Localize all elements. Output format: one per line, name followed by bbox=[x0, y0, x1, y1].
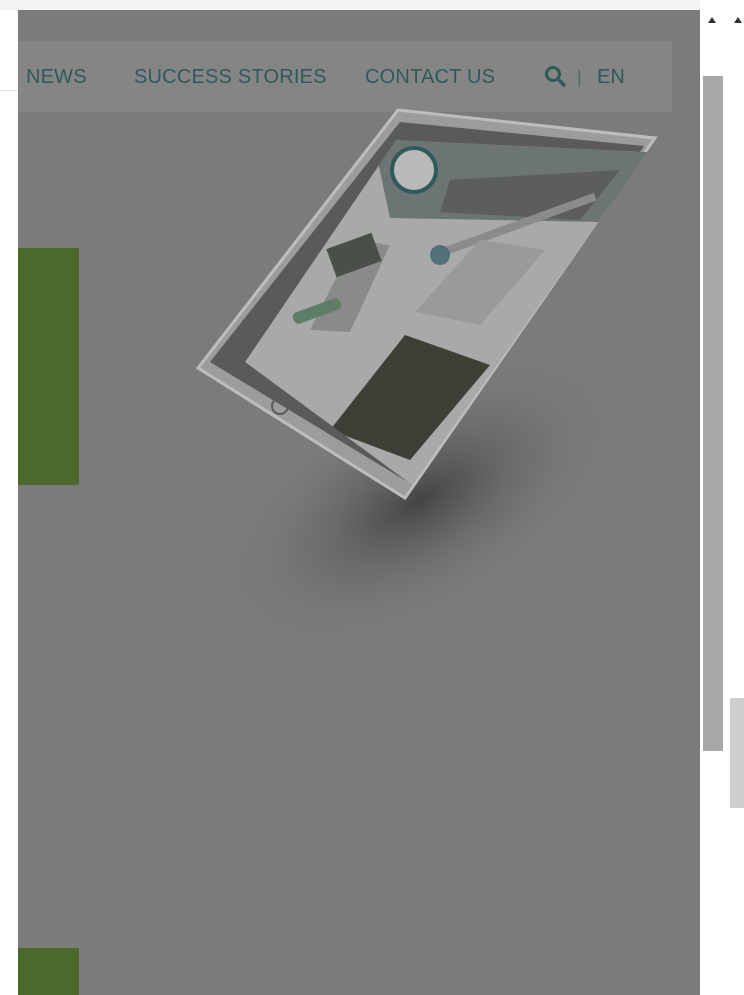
green-panel-bottom bbox=[18, 948, 79, 995]
nav-success-stories[interactable]: SUCCESS STORIES bbox=[134, 66, 327, 89]
scrollbar-thumb-secondary[interactable] bbox=[730, 698, 744, 808]
triangle-up-icon[interactable] bbox=[734, 17, 742, 23]
triangle-up-icon[interactable] bbox=[708, 17, 716, 23]
page-left-edge bbox=[0, 10, 18, 91]
green-panel bbox=[18, 248, 79, 485]
top-strip bbox=[0, 0, 700, 10]
nav-contact-us[interactable]: CONTACT US bbox=[365, 66, 495, 89]
scrollbar-thumb[interactable] bbox=[703, 76, 723, 751]
nav-news[interactable]: NEWS bbox=[26, 66, 87, 89]
tablet-illustration bbox=[195, 108, 658, 646]
language-switcher[interactable]: EN bbox=[597, 66, 625, 89]
nav-separator: | bbox=[577, 67, 582, 87]
search-icon[interactable] bbox=[543, 64, 567, 88]
